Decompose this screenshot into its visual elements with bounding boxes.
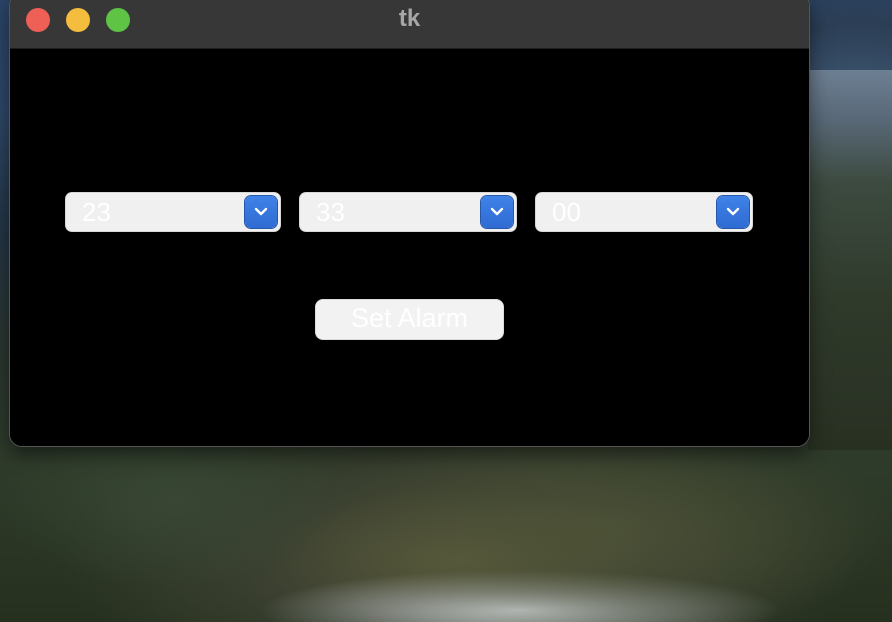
minute-value: 33	[316, 197, 345, 227]
minute-dropdown-button[interactable]	[481, 196, 513, 228]
mountain-backdrop	[808, 70, 892, 450]
chevron-down-icon	[490, 207, 504, 216]
window-content: 23 33 00 Set Alarm	[10, 49, 809, 446]
chevron-down-icon	[254, 207, 268, 216]
app-window: tk 23 33 00 Set Alarm	[10, 0, 809, 446]
second-value: 00	[552, 197, 581, 227]
second-combobox[interactable]: 00	[536, 193, 752, 231]
second-dropdown-button[interactable]	[717, 196, 749, 228]
window-title: tk	[398, 5, 421, 32]
chevron-down-icon	[726, 207, 740, 216]
hour-value: 23	[82, 197, 111, 227]
set-alarm-button[interactable]: Set Alarm	[316, 300, 503, 339]
title-bar[interactable]: tk	[10, 0, 809, 49]
hour-dropdown-button[interactable]	[245, 196, 277, 228]
minute-combobox[interactable]: 33	[300, 193, 516, 231]
hill-backdrop	[0, 440, 892, 622]
hour-combobox[interactable]: 23	[66, 193, 280, 231]
